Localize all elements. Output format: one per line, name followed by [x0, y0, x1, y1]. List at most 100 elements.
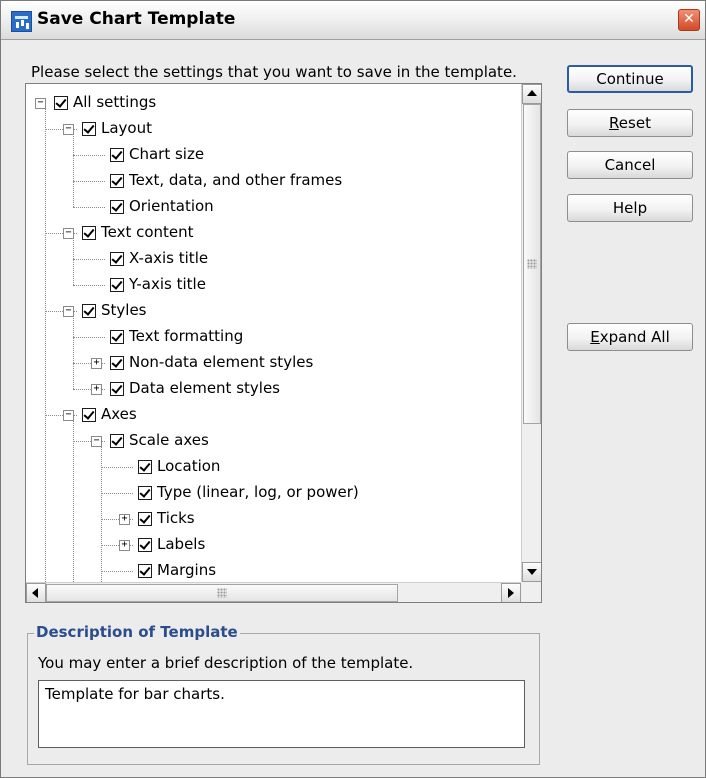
checkbox-checked-icon[interactable] [110, 252, 124, 266]
checkbox-checked-icon[interactable] [138, 486, 152, 500]
continue-label: Continue [596, 70, 664, 88]
tree-item[interactable]: Margins [26, 558, 521, 582]
tree-item[interactable]: − Layout [26, 116, 521, 142]
collapse-icon[interactable]: − [35, 98, 46, 109]
tree-connector [101, 493, 133, 494]
collapse-icon[interactable]: − [63, 306, 74, 317]
horizontal-scrollbar[interactable] [26, 582, 521, 602]
horizontal-scroll-thumb[interactable] [46, 584, 398, 602]
tree-item-label: Labels [157, 535, 206, 553]
scroll-up-button[interactable] [522, 84, 541, 104]
tree-item[interactable]: − Styles [26, 298, 521, 324]
expand-icon[interactable]: + [91, 384, 102, 395]
save-chart-template-dialog: Save Chart Template ✕ Please select the … [0, 0, 706, 778]
tree-item-label: Layout [101, 119, 152, 137]
description-group-title: Description of Template [34, 623, 240, 641]
checkbox-checked-icon[interactable] [82, 304, 96, 318]
tree-item[interactable]: − All settings [26, 90, 521, 116]
tree-item[interactable]: + Non-data element styles [26, 350, 521, 376]
collapse-icon[interactable]: − [63, 124, 74, 135]
tree-connector [73, 155, 105, 156]
tree-item[interactable]: Orientation [26, 194, 521, 220]
checkbox-checked-icon[interactable] [138, 564, 152, 578]
title-bar[interactable]: Save Chart Template ✕ [1, 1, 705, 40]
scroll-right-button[interactable] [501, 583, 521, 602]
reset-mnemonic: R [609, 114, 619, 132]
checkbox-checked-icon[interactable] [138, 460, 152, 474]
collapse-icon[interactable]: − [63, 228, 74, 239]
expand-icon[interactable]: + [119, 514, 130, 525]
collapse-icon[interactable]: − [63, 410, 74, 421]
tree-item-label: Text formatting [129, 327, 244, 345]
reset-button[interactable]: Reset [567, 109, 693, 137]
tree-connector [73, 207, 105, 208]
checkbox-checked-icon[interactable] [110, 148, 124, 162]
vertical-scrollbar[interactable] [521, 84, 541, 582]
tree-item[interactable]: Y-axis title [26, 272, 521, 298]
tree-item[interactable]: + Data element styles [26, 376, 521, 402]
checkbox-checked-icon[interactable] [82, 122, 96, 136]
tree-item[interactable]: Text formatting [26, 324, 521, 350]
window-title: Save Chart Template [37, 9, 236, 29]
checkbox-checked-icon[interactable] [138, 538, 152, 552]
tree-item[interactable]: Chart size [26, 142, 521, 168]
scroll-left-button[interactable] [26, 583, 46, 602]
tree-item[interactable]: + Ticks [26, 506, 521, 532]
scroll-down-button[interactable] [522, 562, 541, 582]
checkbox-checked-icon[interactable] [138, 512, 152, 526]
tree-item-label: Ticks [157, 509, 195, 527]
checkbox-checked-icon[interactable] [82, 226, 96, 240]
help-label: Help [612, 199, 648, 217]
close-icon[interactable]: ✕ [678, 9, 700, 31]
tree-connector [73, 181, 105, 182]
cancel-label: Cancel [604, 156, 656, 174]
vertical-scroll-thumb[interactable] [523, 104, 541, 424]
arrow-down-icon [527, 569, 537, 575]
checkbox-checked-icon[interactable] [110, 434, 124, 448]
checkbox-checked-icon[interactable] [110, 174, 124, 188]
cancel-button[interactable]: Cancel [567, 151, 693, 179]
expand-icon[interactable]: + [119, 540, 130, 551]
tree-item-label: Text, data, and other frames [129, 171, 343, 189]
arrow-up-icon [527, 90, 537, 96]
continue-button[interactable]: Continue [567, 65, 693, 93]
grip-icon [527, 259, 537, 269]
checkbox-checked-icon[interactable] [54, 96, 68, 110]
collapse-icon[interactable]: − [91, 436, 102, 447]
tree-item[interactable]: Text, data, and other frames [26, 168, 521, 194]
reset-label: eset [618, 114, 651, 132]
tree-item-label: Location [157, 457, 221, 475]
checkbox-checked-icon[interactable] [110, 330, 124, 344]
tree-item-label: Margins [157, 561, 217, 579]
expand-icon[interactable]: + [91, 358, 102, 369]
tree-connector [101, 571, 133, 572]
tree-item[interactable]: X-axis title [26, 246, 521, 272]
tree-item[interactable]: + Labels [26, 532, 521, 558]
tree-item[interactable]: Location [26, 454, 521, 480]
description-group: Description of Template You may enter a … [27, 623, 540, 765]
description-input[interactable]: Template for bar charts. [38, 680, 525, 748]
checkbox-checked-icon[interactable] [110, 356, 124, 370]
tree-item-label: Text content [101, 223, 194, 241]
settings-tree-viewport: − All settings − Layout Chart size Text, data… [26, 84, 521, 582]
tree-item[interactable]: − Text content [26, 220, 521, 246]
grip-icon [217, 588, 227, 598]
checkbox-checked-icon[interactable] [82, 408, 96, 422]
checkbox-checked-icon[interactable] [110, 200, 124, 214]
tree-item-label: Styles [101, 301, 147, 319]
checkbox-checked-icon[interactable] [110, 278, 124, 292]
tree-item-label: Type (linear, log, or power) [157, 483, 359, 501]
checkbox-checked-icon[interactable] [110, 382, 124, 396]
expand-all-button[interactable]: Expand All [567, 323, 693, 351]
tree-item-label: Scale axes [129, 431, 209, 449]
tree-item[interactable]: − Axes [26, 402, 521, 428]
tree-item[interactable]: − Scale axes [26, 428, 521, 454]
settings-tree: − All settings − Layout Chart size Text, data… [25, 83, 542, 603]
tree-item-label: Y-axis title [129, 275, 206, 293]
tree-item-label: All settings [73, 93, 157, 111]
tree-item[interactable]: Type (linear, log, or power) [26, 480, 521, 506]
tree-connector [73, 259, 105, 260]
tree-connector [73, 337, 105, 338]
help-button[interactable]: Help [567, 194, 693, 222]
tree-item-label: Chart size [129, 145, 205, 163]
